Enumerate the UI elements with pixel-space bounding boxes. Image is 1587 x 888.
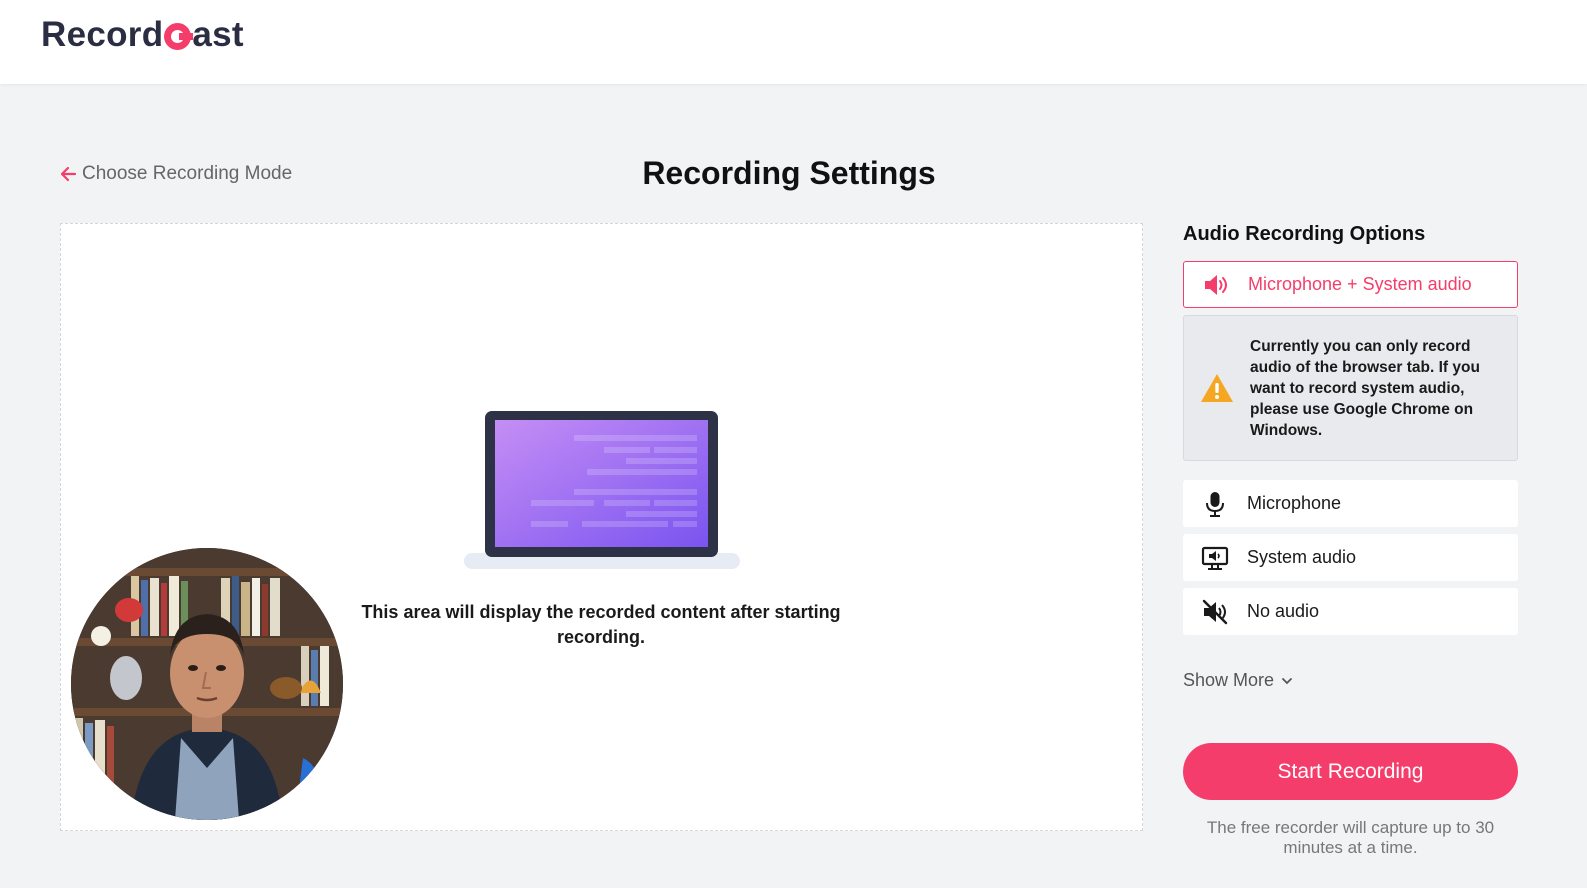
mute-icon [1183, 598, 1247, 626]
audio-options-panel: Audio Recording Options Microphone + Sys… [1183, 220, 1518, 857]
start-recording-button[interactable]: Start Recording [1183, 743, 1518, 800]
webcam-feed-image [71, 548, 343, 820]
preview-message: This area will display the recorded cont… [361, 602, 841, 647]
microphone-icon [1183, 490, 1247, 518]
webcam-preview[interactable] [71, 548, 343, 820]
audio-option-label: No audio [1247, 601, 1320, 621]
audio-option-microphone[interactable]: Microphone [1183, 480, 1518, 527]
logo-record-icon [164, 22, 194, 50]
chevron-down-icon [1282, 677, 1292, 684]
monitor-speaker-icon [1183, 544, 1247, 572]
audio-option-label: Microphone [1247, 493, 1342, 513]
laptop-illustration [464, 411, 740, 569]
recording-limit-note: The free recorder will capture up to 30 … [1206, 818, 1495, 857]
audio-option-label: Microphone + System audio [1248, 274, 1472, 294]
warning-text: Currently you can only record audio of t… [1250, 337, 1480, 439]
audio-option-mic-system[interactable]: Microphone + System audio [1183, 261, 1518, 308]
logo[interactable]: Record ast [41, 15, 244, 55]
audio-options-heading: Audio Recording Options [1183, 223, 1426, 245]
speaker-icon [1184, 271, 1248, 299]
page-title: Recording Settings [642, 155, 936, 191]
logo-text-end: ast [192, 15, 244, 54]
show-more-label: Show More [1183, 670, 1275, 690]
audio-option-label: System audio [1247, 547, 1357, 567]
top-bar: Record ast [0, 0, 1587, 84]
audio-option-system-audio[interactable]: System audio [1183, 534, 1518, 581]
show-more-toggle[interactable]: Show More [1183, 670, 1294, 691]
warning-icon [1184, 373, 1250, 403]
warning-box: Currently you can only record audio of t… [1183, 315, 1518, 461]
logo-text-start: Record [41, 15, 164, 54]
audio-option-no-audio[interactable]: No audio [1183, 588, 1518, 635]
recording-preview-area: This area will display the recorded cont… [60, 223, 1143, 831]
